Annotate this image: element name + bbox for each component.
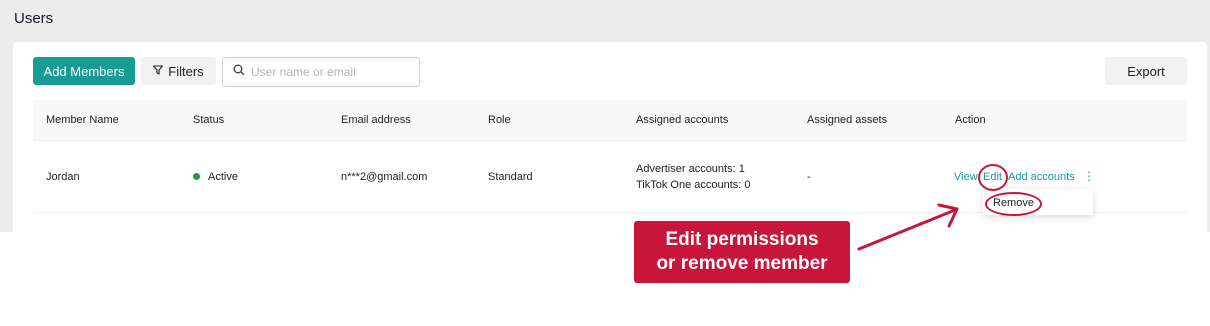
advertiser-accounts: Advertiser accounts: 1 bbox=[636, 163, 745, 175]
more-vertical-icon[interactable]: ⋮ bbox=[1083, 169, 1095, 183]
add-members-button[interactable]: Add Members bbox=[33, 57, 135, 85]
action-dropdown: Remove bbox=[983, 189, 1093, 215]
export-button[interactable]: Export bbox=[1105, 57, 1187, 85]
view-link[interactable]: View bbox=[954, 171, 978, 183]
header-member-name: Member Name bbox=[46, 114, 119, 126]
annotation-line-2: or remove member bbox=[656, 253, 828, 274]
role-cell: Standard bbox=[488, 171, 533, 183]
search-box[interactable] bbox=[222, 57, 420, 87]
annotation-arrow bbox=[857, 203, 959, 251]
header-role: Role bbox=[488, 114, 511, 126]
header-action: Action bbox=[955, 114, 986, 126]
member-name: Jordan bbox=[46, 171, 80, 183]
annotation-callout: Edit permissions or remove member bbox=[634, 221, 850, 283]
assigned-assets-cell: - bbox=[807, 171, 811, 183]
tiktok-one-accounts: TikTok One accounts: 0 bbox=[636, 179, 751, 191]
add-accounts-link[interactable]: Add accounts bbox=[1008, 171, 1075, 183]
page-title: Users bbox=[14, 10, 54, 27]
status-cell: Active bbox=[193, 171, 238, 183]
header-assigned-assets: Assigned assets bbox=[807, 114, 888, 126]
app: Users Add Members Filters Export Member … bbox=[0, 0, 1210, 326]
filter-icon bbox=[153, 64, 164, 78]
email-cell: n***2@gmail.com bbox=[341, 171, 428, 183]
search-input[interactable] bbox=[251, 65, 411, 79]
filters-button[interactable]: Filters bbox=[141, 57, 216, 85]
header-assigned-accounts: Assigned accounts bbox=[636, 114, 729, 126]
header-email: Email address bbox=[341, 114, 411, 126]
remove-menu-item[interactable]: Remove bbox=[993, 197, 1034, 209]
table-header: Member Name Status Email address Role As… bbox=[33, 100, 1187, 141]
annotation-line-1: Edit permissions bbox=[665, 229, 819, 250]
status-dot bbox=[193, 172, 200, 180]
search-icon bbox=[233, 63, 245, 81]
status-label: Active bbox=[208, 171, 238, 183]
assigned-accounts-cell: Advertiser accounts: 1 TikTok One accoun… bbox=[636, 161, 751, 193]
edit-link[interactable]: Edit bbox=[983, 171, 1002, 183]
header-status: Status bbox=[193, 114, 225, 126]
filters-button-label: Filters bbox=[168, 63, 204, 79]
